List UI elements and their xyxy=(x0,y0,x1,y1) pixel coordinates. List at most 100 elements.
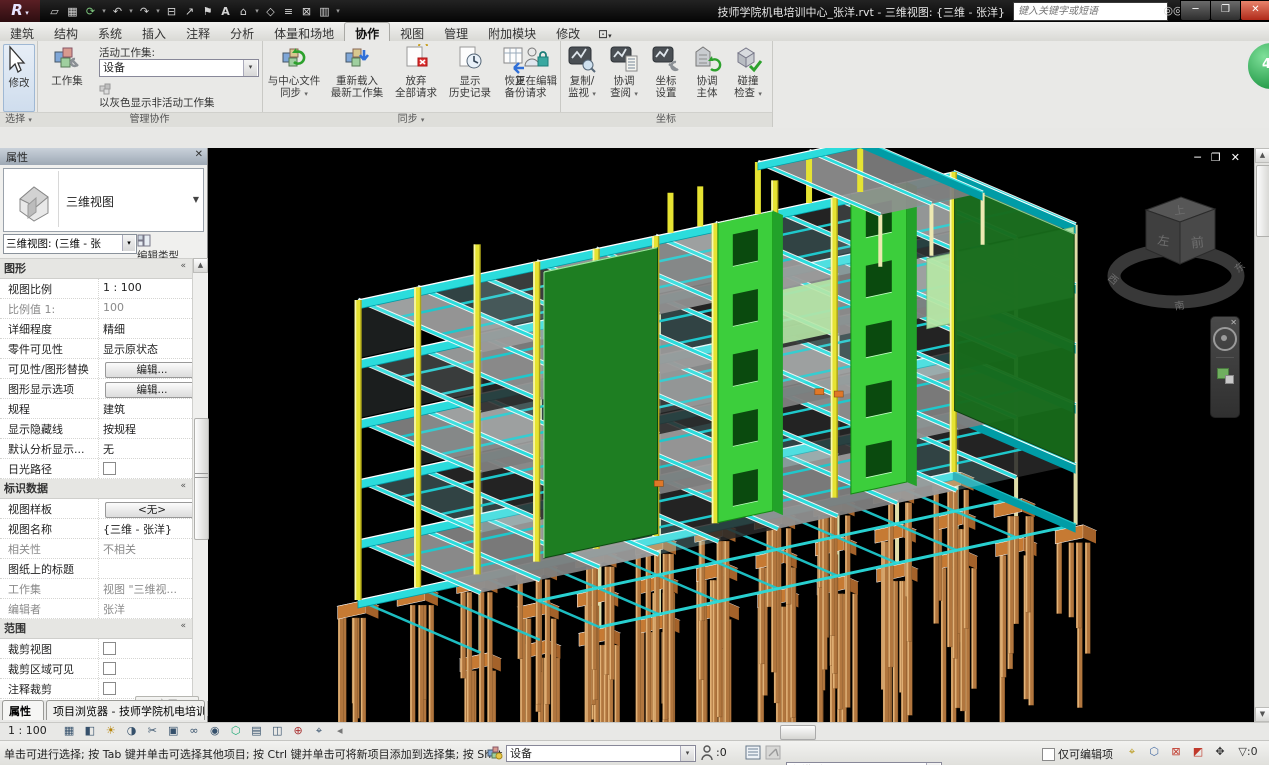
sync-dropdown-icon[interactable]: ▾ xyxy=(100,3,108,20)
property-row[interactable]: 视图名称{三维 - 张洋} xyxy=(0,519,192,539)
copy-monitor-button[interactable]: 复制/监视 ▾ xyxy=(562,44,602,100)
save-icon[interactable]: ▦ xyxy=(64,3,81,20)
crop-view-checkbox[interactable] xyxy=(103,642,116,655)
editing-requests-count[interactable]: :0 xyxy=(716,746,727,759)
select-pinned-elements-icon[interactable]: ⊠ xyxy=(1168,745,1184,758)
default-3d-view-icon[interactable]: ⌂ xyxy=(235,3,252,20)
tab-addins[interactable]: 附加模块 xyxy=(478,23,546,42)
tab-architecture[interactable]: 建筑 xyxy=(0,23,44,42)
tab-modify[interactable]: 修改 xyxy=(546,23,590,42)
temporary-hide-isolate-icon[interactable]: ∞ xyxy=(186,723,203,738)
close-hidden-windows-icon[interactable]: ⊠ xyxy=(298,3,315,20)
coordination-review-button[interactable]: 协调查阅 ▾ xyxy=(604,44,644,100)
property-row[interactable]: 图形显示选项编辑... xyxy=(0,379,192,399)
crop-view-icon[interactable]: ✂ xyxy=(144,723,161,738)
tab-systems[interactable]: 系统 xyxy=(88,23,132,42)
instance-selector[interactable]: 三维视图: (三维 - 张 ▾ xyxy=(3,234,137,254)
panel-synchronize-label[interactable]: 同步 ▾ xyxy=(262,112,560,127)
visual-style-icon[interactable]: ◧ xyxy=(81,723,98,738)
highlight-displacement-icon[interactable]: ⊕ xyxy=(290,723,307,738)
tab-project-browser[interactable]: 项目浏览器 - 技师学院机电培训... xyxy=(46,700,205,720)
temporary-view-properties-icon[interactable]: ▤ xyxy=(248,723,265,738)
relinquish-all-button[interactable]: 放弃全部请求 xyxy=(390,44,442,99)
active-workset-select[interactable]: 设备▾ xyxy=(99,59,259,77)
restore-button[interactable]: ❐ xyxy=(1210,0,1241,21)
property-row[interactable]: 默认分析显示...无 xyxy=(0,439,192,459)
show-crop-region-icon[interactable]: ▣ xyxy=(165,723,182,738)
undo-dropdown-icon[interactable]: ▾ xyxy=(127,3,135,20)
tab-view[interactable]: 视图 xyxy=(390,23,434,42)
drag-elements-on-selection-icon[interactable]: ✥ xyxy=(1212,745,1228,758)
coordination-settings-button[interactable]: 坐标设置 xyxy=(646,44,686,99)
tab-manage[interactable]: 管理 xyxy=(434,23,478,42)
view-minimize-icon[interactable]: ─ xyxy=(1194,151,1201,164)
filter-icon[interactable]: ▽:0 xyxy=(1234,745,1262,758)
properties-close-icon[interactable]: ✕ xyxy=(195,149,203,160)
editable-only-checkbox[interactable] xyxy=(1042,748,1055,761)
switch-windows-icon[interactable]: ▥ xyxy=(316,3,333,20)
detail-level-icon[interactable]: ▦ xyxy=(61,723,78,738)
select-links-icon[interactable]: ⌖ xyxy=(1124,745,1140,759)
view-scale-button[interactable]: 1 : 100 xyxy=(8,724,47,737)
graphic-display-options-edit-button[interactable]: 编辑... xyxy=(105,382,192,398)
section-extents[interactable]: 范围« xyxy=(0,619,192,639)
modify-button[interactable]: 修改 xyxy=(3,44,35,112)
editing-requests-status-icon[interactable] xyxy=(700,745,714,761)
edit-type-button[interactable]: 编辑类型 xyxy=(137,234,203,252)
view-close-icon[interactable]: ✕ xyxy=(1231,151,1240,164)
infocenter-search-input[interactable] xyxy=(1013,2,1168,21)
tag-icon[interactable]: ⚑ xyxy=(199,3,216,20)
property-row[interactable]: 可见性/图形替换编辑... xyxy=(0,359,192,379)
property-row[interactable]: 裁剪视图 xyxy=(0,639,192,659)
gray-inactive-worksets-toggle[interactable]: 以灰色显示非活动工作集 xyxy=(99,83,215,110)
communication-center-badge[interactable]: 40 xyxy=(1246,41,1269,91)
active-workset-status-select[interactable]: 设备▾ xyxy=(506,745,696,762)
sync-with-central-button[interactable]: 与中心文件同步 ▾ xyxy=(264,44,324,100)
navbar-close-icon[interactable]: ✕ xyxy=(1230,318,1237,327)
text-icon[interactable]: A xyxy=(217,3,234,20)
visibility-graphics-edit-button[interactable]: 编辑... xyxy=(105,362,192,378)
section-icon[interactable]: ◇ xyxy=(262,3,279,20)
type-selector[interactable]: 三维视图 ▼ xyxy=(3,168,204,232)
tab-structure[interactable]: 结构 xyxy=(44,23,88,42)
property-row[interactable]: 日光路径 xyxy=(0,459,192,479)
undo-icon[interactable]: ↶ xyxy=(109,3,126,20)
design-options-icon[interactable] xyxy=(745,745,762,761)
interference-check-button[interactable]: 碰撞检查 ▾ xyxy=(728,44,768,100)
property-row[interactable]: 零件可见性显示原状态 xyxy=(0,339,192,359)
scroll-up-icon[interactable]: ▲ xyxy=(1255,148,1269,163)
viewbar-expand-icon[interactable]: ◂ xyxy=(331,723,348,738)
viewport-vertical-scrollbar[interactable]: ▲ ▼ xyxy=(1254,148,1269,722)
property-row[interactable]: 裁剪区域可见 xyxy=(0,659,192,679)
property-row[interactable]: 视图样板<无> xyxy=(0,499,192,519)
section-graphics[interactable]: 图形« xyxy=(0,259,192,279)
pgrid-scroll-up-icon[interactable]: ▲ xyxy=(193,258,208,273)
editing-requests-button[interactable]: 正在编辑请求 xyxy=(514,44,558,99)
reveal-hidden-elements-icon[interactable]: ◉ xyxy=(206,723,223,738)
sync-with-central-icon[interactable]: ⟳ xyxy=(82,3,99,20)
shadows-icon[interactable]: ◑ xyxy=(123,723,140,738)
tab-collaborate[interactable]: 协作 xyxy=(344,22,390,42)
property-row[interactable]: 显示隐藏线按规程 xyxy=(0,419,192,439)
reload-latest-button[interactable]: 重新载入最新工作集 xyxy=(326,44,388,99)
type-selector-caret-icon[interactable]: ▼ xyxy=(193,195,199,204)
steering-wheel-icon[interactable] xyxy=(1213,327,1237,351)
measure-icon[interactable]: ⊟ xyxy=(163,3,180,20)
property-row[interactable]: 详细程度精细 xyxy=(0,319,192,339)
zoom-tool-icon[interactable] xyxy=(1215,364,1235,384)
application-menu-button[interactable]: R ▾ xyxy=(0,0,40,22)
drawing-area[interactable]: 上左前西南东 ─ ❐ ✕ ✕ xyxy=(208,148,1254,722)
thin-lines-icon[interactable]: ≡ xyxy=(280,3,297,20)
crop-region-visible-checkbox[interactable] xyxy=(103,662,116,675)
tab-analyze[interactable]: 分析 xyxy=(220,23,264,42)
view3d-dropdown-icon[interactable]: ▾ xyxy=(253,3,261,20)
open-icon[interactable]: ▱ xyxy=(46,3,63,20)
3d-structural-model[interactable]: 上左前西南东 xyxy=(208,148,1254,722)
tab-insert[interactable]: 插入 xyxy=(132,23,176,42)
pgrid-scroll-thumb[interactable] xyxy=(194,418,209,540)
property-row[interactable]: 视图比例1 : 100 xyxy=(0,279,192,299)
property-row[interactable]: 规程建筑 xyxy=(0,399,192,419)
aligned-dimension-icon[interactable]: ↗ xyxy=(181,3,198,20)
horizontal-scroll-thumb[interactable] xyxy=(780,725,816,740)
show-analytical-model-icon[interactable]: ◫ xyxy=(269,723,286,738)
